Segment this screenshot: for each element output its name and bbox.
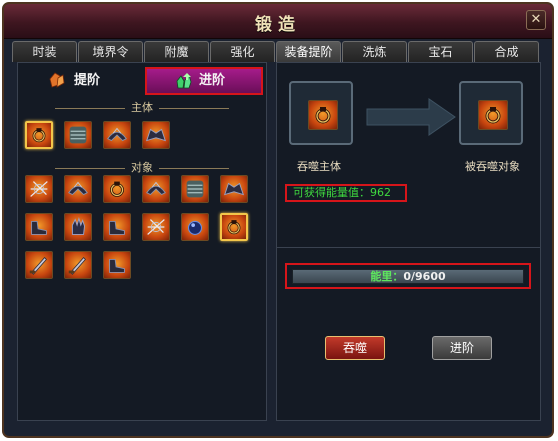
- devour-target-caption: 被吞噬对象: [465, 160, 520, 173]
- tab-realm-token[interactable]: 境界令: [78, 41, 143, 62]
- target-equipment-slot[interactable]: [142, 213, 170, 241]
- ring-icon: [32, 128, 46, 143]
- equipment-list-panel: 提阶 进阶 主体 对象: [17, 62, 267, 421]
- helm-icon: [146, 181, 166, 196]
- energy-bar-text: 能里：0/9600: [293, 270, 523, 283]
- target-equipment-slot[interactable]: [142, 175, 170, 203]
- obtainable-energy-label: 可获得能量值：962: [285, 184, 407, 202]
- target-equipment-slot[interactable]: [25, 175, 53, 203]
- blade-icon: [68, 257, 86, 275]
- tab-equipment-upgrade[interactable]: 装备提阶: [276, 41, 341, 62]
- glove-icon: [71, 216, 85, 235]
- subtab-upgrade[interactable]: 提阶: [30, 67, 142, 95]
- subtab-advance[interactable]: 进阶: [145, 67, 263, 95]
- subtab-advance-label: 进阶: [199, 73, 226, 88]
- helm-icon: [68, 181, 88, 196]
- armor-icon: [186, 180, 204, 198]
- main-section-text: 主体: [131, 101, 153, 114]
- target-equipment-slot[interactable]: [220, 175, 248, 203]
- energy-progress-bar: 能里：0/9600: [292, 269, 524, 284]
- devour-panel: 吞噬主体 被吞噬对象 可获得能量值：962 能里：0/9600: [276, 62, 541, 421]
- target-equipment-slot[interactable]: [64, 213, 92, 241]
- devour-button[interactable]: 吞噬: [325, 336, 385, 360]
- close-icon[interactable]: ✕: [526, 10, 546, 30]
- target-equipment-slot[interactable]: [103, 213, 131, 241]
- target-equipment-slot[interactable]: [25, 251, 53, 279]
- energy-bar-frame: 能里：0/9600: [285, 263, 531, 289]
- target-equipment-slot[interactable]: [64, 175, 92, 203]
- armor-icon: [69, 126, 87, 144]
- divider-line: [159, 107, 229, 109]
- tab-strengthen[interactable]: 强化: [210, 41, 275, 62]
- shoe-icon: [109, 220, 125, 235]
- tab-enchant[interactable]: 附魔: [144, 41, 209, 62]
- main-section-label: 主体: [18, 101, 266, 115]
- chain-icon: [30, 181, 48, 197]
- main-equipment-slot[interactable]: [25, 121, 53, 149]
- devour-target-slot[interactable]: [459, 81, 523, 145]
- ring-icon: [110, 181, 124, 197]
- energy-bar-label: 能里：: [370, 270, 404, 283]
- shoulder-icon: [223, 182, 245, 196]
- target-equipment-slot[interactable]: [25, 213, 53, 241]
- tab-gem[interactable]: 宝石: [408, 41, 473, 62]
- window-title: 锻造: [255, 15, 301, 35]
- ring-icon: [227, 220, 241, 235]
- target-section-label: 对象: [18, 161, 266, 175]
- title-bar[interactable]: 锻造 ✕: [4, 4, 552, 39]
- main-equipment-slot[interactable]: [142, 121, 170, 149]
- divider-line: [55, 167, 125, 169]
- advance-button[interactable]: 进阶: [432, 336, 492, 360]
- helm-icon: [107, 127, 127, 142]
- target-equipment-slot[interactable]: [64, 251, 92, 279]
- shoulder-icon: [145, 128, 167, 142]
- energy-bar-value: 0/9600: [403, 270, 446, 283]
- devour-main-slot[interactable]: [289, 81, 353, 145]
- orb-icon: [187, 220, 203, 235]
- tab-refine[interactable]: 洗炼: [342, 41, 407, 62]
- shoe-icon: [31, 220, 47, 235]
- target-equipment-slot[interactable]: [103, 251, 131, 279]
- target-equipment-slot[interactable]: [181, 213, 209, 241]
- divider-line: [159, 167, 229, 169]
- panel-divider: [277, 247, 540, 248]
- target-section-text: 对象: [131, 161, 153, 174]
- main-item-icon: [308, 100, 338, 130]
- tab-bar: 时装 境界令 附魔 强化 装备提阶 洗炼 宝石 合成: [12, 41, 544, 63]
- chain-icon: [147, 219, 165, 235]
- devour-main-caption: 吞噬主体: [297, 160, 341, 173]
- target-equipment-slot[interactable]: [220, 213, 248, 241]
- orange-crystal-icon: [49, 72, 65, 88]
- divider-line: [55, 107, 125, 109]
- transfer-arrow-icon: [366, 98, 456, 136]
- main-equipment-slot[interactable]: [64, 121, 92, 149]
- target-item-icon: [478, 100, 508, 130]
- green-crystal-up-icon: [176, 73, 192, 89]
- subtab-upgrade-label: 提阶: [74, 73, 101, 88]
- target-equipment-slot[interactable]: [103, 175, 131, 203]
- tab-fashion[interactable]: 时装: [12, 41, 77, 62]
- tab-combine[interactable]: 合成: [474, 41, 539, 62]
- shoe-icon: [109, 258, 125, 273]
- blade-icon: [29, 257, 47, 275]
- target-equipment-slot[interactable]: [181, 175, 209, 203]
- main-equipment-slot[interactable]: [103, 121, 131, 149]
